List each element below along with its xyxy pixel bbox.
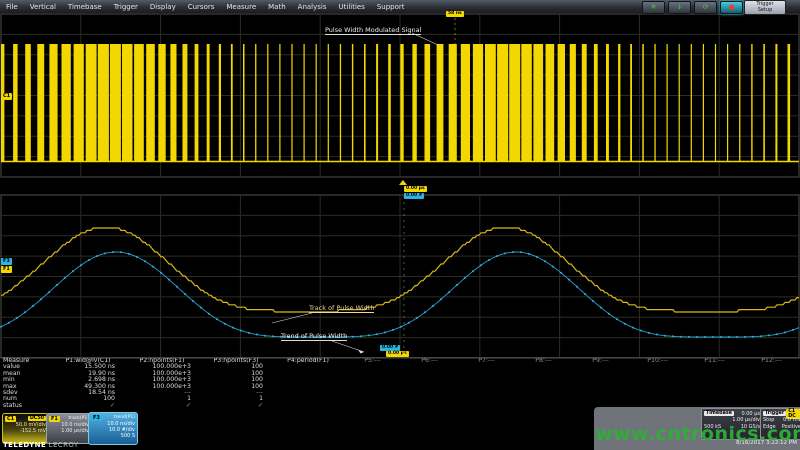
c1-badge: C1 [5,416,16,422]
c1-offset: -152.5 mV [5,428,46,434]
trigger-title: Trigger [763,411,786,416]
menu-display[interactable]: Display [144,3,182,11]
trigger-setup-button[interactable]: Trigger Setup [744,0,786,15]
timebase-title: Timebase [704,411,734,416]
timebase-delay: 0.00 µs [741,411,760,417]
annotation-pwm: Pulse Width Modulated Signal [325,27,421,35]
f3-level-tag[interactable]: F3 [1,258,12,265]
f3-badge: F3 [91,415,102,421]
lecroy-wordmark: LECROY [49,441,79,449]
c1-level-tag[interactable]: C1 [1,93,12,100]
teledyne-wordmark: TELEDYNE [3,441,46,449]
oscilloscope-screen: FileVerticalTimebaseTriggerDisplayCursor… [0,0,800,450]
menu-file[interactable]: File [0,3,24,11]
f1-zero-marker-top[interactable]: 0.00 µs [404,186,427,192]
menu-trigger[interactable]: Trigger [108,3,144,11]
menu-items: FileVerticalTimebaseTriggerDisplayCursor… [0,3,411,11]
menu-cursors[interactable]: Cursors [182,3,221,11]
record-icon: ● [728,4,734,11]
brand-logo: TELEDYNE LECROY [3,441,79,449]
c1-descriptor-box[interactable]: C1 DC50 50.0 mV/div -152.5 mV [2,413,49,444]
measure-status-p7 [458,403,515,409]
f3-zero-marker-top[interactable]: 0.00 # [404,193,424,199]
measure-row-label-status: status [0,403,52,409]
watermark: www.cntronics.com [595,423,800,445]
save-waveform-button[interactable]: ↓ [668,1,691,14]
asterisk-icon: ✳ [651,4,657,11]
menu-analysis[interactable]: Analysis [292,3,333,11]
record-stop-button[interactable]: ● [720,1,743,14]
menu-utilities[interactable]: Utilities [333,3,371,11]
f1-badge: F1 [49,416,60,422]
f1-function: track(P1) [68,416,89,421]
trigger-setup-line2: Setup [745,7,785,13]
autosetup-button[interactable]: ✳ [642,1,665,14]
measure-status-p2: ✓ [124,403,200,409]
clear-sweeps-button[interactable]: ⟳ [694,1,717,14]
measure-status-p6 [401,403,458,409]
toolbar: ✳ ↓ ⟳ ● [642,1,743,14]
measure-status-p5 [344,403,401,409]
measure-table: MeasureP1:wid@lv(C1)P2:npoints(F1)P3:npo… [0,357,800,410]
menu-support[interactable]: Support [371,3,411,11]
measure-status-p3: ✓ [200,403,272,409]
trigger-position-marker-top [399,180,407,185]
arrow-down-icon: ↓ [677,4,683,11]
menu-timebase[interactable]: Timebase [62,3,108,11]
measure-status-p4 [272,403,344,409]
menu-math[interactable]: Math [262,3,292,11]
c1-coupling: DC50 [28,416,46,421]
annotation-trend: Trend of Pulse Width [281,333,347,341]
f1-hdiv: 1.00 µs/div [49,428,89,434]
menu-vertical[interactable]: Vertical [24,3,62,11]
annotation-anchor-tag[interactable]: 58 ns [446,11,464,17]
menu-measure[interactable]: Measure [220,3,262,11]
f1-descriptor-box[interactable]: F1 track(P1) 10.0 ns/div 1.00 µs/div [46,413,92,444]
annotation-track: Track of Pulse Width [309,305,374,313]
refresh-icon: ⟳ [703,4,709,11]
f3-function: trend(P1) [114,415,135,420]
measure-status-p8 [515,403,572,409]
f1-level-tag[interactable]: F1 [1,266,12,273]
f3-descriptor-box[interactable]: F3 trend(P1) 10.0 ns/div 10.0 #/div 500 … [88,412,138,445]
f3-samples: 500 S [91,433,135,439]
measure-status-p1: ✓ [52,403,124,409]
